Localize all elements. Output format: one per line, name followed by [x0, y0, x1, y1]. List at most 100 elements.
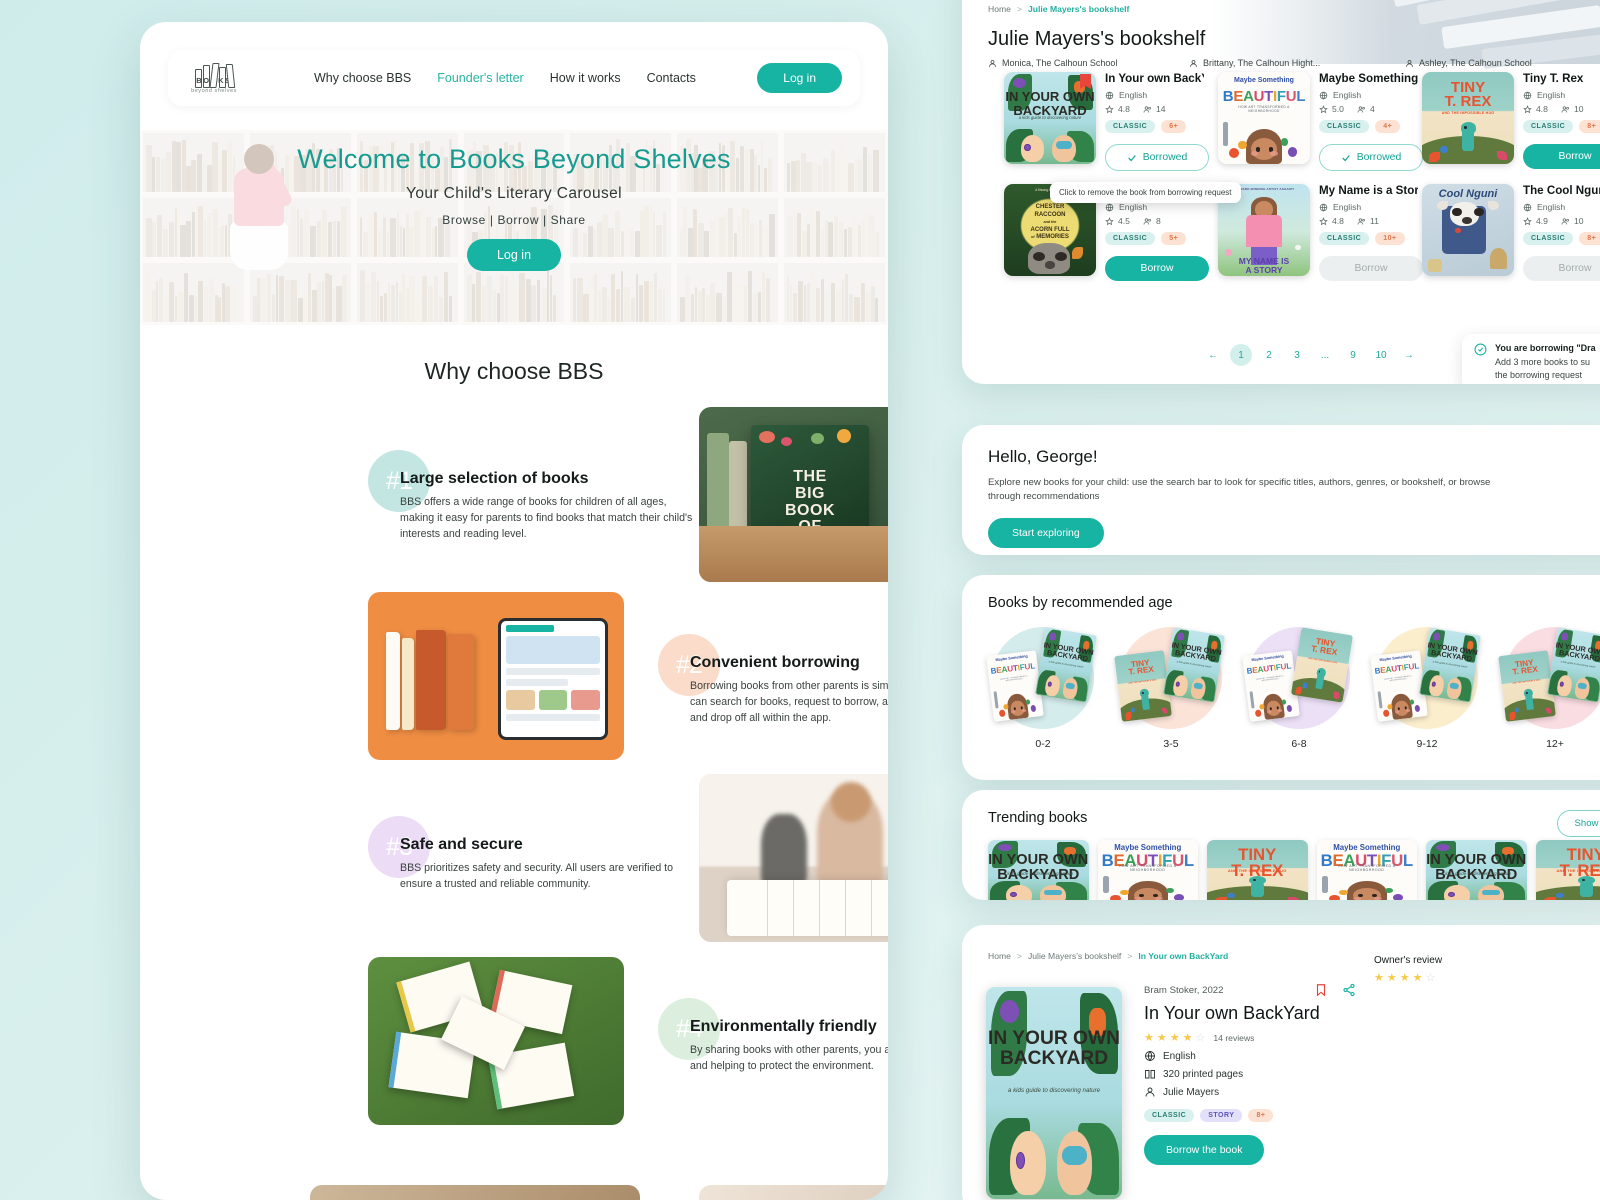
book-action-button[interactable]: Borrow	[1523, 256, 1600, 281]
age-group-0-2[interactable]: Maybe Something BEAUTIFUL HOW ART TRANSFOR…	[988, 627, 1098, 750]
breadcrumb-current[interactable]: Julie Mayers's bookshelf	[1028, 4, 1129, 14]
hero-subtitle: Your Child's Literary Carousel	[406, 185, 622, 203]
age-group-12+[interactable]: TINY T. REX AND THE IMPOSSIBLE HUG IN YOUR …	[1500, 627, 1600, 750]
nav-link-why-choose[interactable]: Why choose BBS	[314, 71, 411, 85]
owner-review-block: Owner's review ★ ★ ★ ★ ☆	[1374, 955, 1442, 984]
trending-book-cover[interactable]: TINYT. REXAND THE IMPOSSIBLE HUG	[1207, 840, 1308, 900]
book-action-label: Borrowed	[1143, 152, 1187, 163]
detail-breadcrumb-current: In Your own BackYard	[1138, 951, 1228, 961]
book-action-label: Borrowed	[1357, 152, 1401, 163]
feature-1-heading: Large selection of books	[400, 470, 700, 488]
bbs-logo[interactable]: BOOKS beyond shelves	[186, 57, 242, 99]
feature-item-3: #3 Safe and secure BBS prioritizes safet…	[400, 836, 700, 892]
age-group-6-8[interactable]: Maybe Something BEAUTIFUL HOW ART TRANSFOR…	[1244, 627, 1354, 750]
nav-link-founders-letter[interactable]: Founder's letter	[437, 71, 523, 85]
book-cover-image[interactable]: IN YOUR OWN BACKYARD a kids guide to disco…	[1004, 72, 1096, 164]
age-group-3-5[interactable]: TINY T. REX AND THE IMPOSSIBLE HUG IN YOUR …	[1116, 627, 1226, 750]
cover-tiny-t-rex: TINYT. REXAND THE IMPOSSIBLE HUG	[1114, 650, 1172, 722]
trending-book-cover[interactable]: IN YOUR OWN BACKYARD a kids guide to disco…	[988, 840, 1089, 900]
book-title: In Your own BackYard	[1105, 72, 1204, 85]
readers-icon	[1357, 105, 1366, 114]
trending-book-cover[interactable]: Maybe Something BEAUTIFUL HOW ART TRANSFOR…	[1098, 840, 1199, 900]
nav-link-contacts[interactable]: Contacts	[647, 71, 696, 85]
age-group-label: 6-8	[1244, 738, 1354, 750]
feature-item-4: #4 Environmentally friendly By sharing b…	[690, 1018, 888, 1074]
owner-star-5-empty: ☆	[1426, 971, 1436, 984]
detail-tag-story: STORY	[1200, 1109, 1242, 1122]
owner-entry-3: Ashley, The Calhoun School	[1405, 58, 1580, 68]
book-tag-classic: CLASSIC	[1523, 232, 1573, 245]
book-card[interactable]: Maybe Something BEAUTIFUL HOW ART TRANSFOR…	[1218, 72, 1418, 171]
book-action-button[interactable]: Borrowed	[1319, 144, 1423, 171]
feature-1-body: BBS offers a wide range of books for chi…	[400, 494, 700, 542]
detail-breadcrumb-shelf[interactable]: Julie Mayers's bookshelf	[1028, 951, 1121, 961]
cover-tiny-t-rex: TINYT. REXAND THE IMPOSSIBLE HUG	[1536, 840, 1600, 900]
hero-section: Welcome to Books Beyond Shelves Your Chi…	[140, 130, 888, 325]
book-title: My Name is a Story	[1319, 184, 1418, 197]
readers-icon	[1561, 105, 1570, 114]
nav-link-how-it-works[interactable]: How it works	[550, 71, 621, 85]
globe-icon	[1319, 91, 1328, 100]
photo-big-book-of-blooms: THEBIGBOOKOFBLOOMS	[699, 407, 888, 582]
star-icon	[1105, 105, 1114, 114]
bookshelf-owners-list: Monica, The Calhoun School Brittany, The…	[988, 58, 1580, 68]
pagination-page-2[interactable]: 2	[1258, 344, 1280, 366]
nav-login-button[interactable]: Log in	[757, 63, 842, 93]
book-card[interactable]: TINY T. REX AND THE IMPOSSIBLE HUG Tiny T. …	[1422, 72, 1600, 169]
age-blob: Maybe Something BEAUTIFUL HOW ART TRANSFOR…	[1248, 627, 1350, 729]
footer-photo-right	[699, 1185, 888, 1200]
book-action-button[interactable]: Borrow	[1319, 256, 1423, 281]
book-cover-image[interactable]: TINY T. REX AND THE IMPOSSIBLE HUG	[1422, 72, 1514, 164]
book-action-button[interactable]: Borrow	[1523, 144, 1600, 169]
detail-reviews-count[interactable]: 14 reviews	[1213, 1033, 1254, 1043]
pagination-page-9[interactable]: 9	[1342, 344, 1364, 366]
pagination-page-10[interactable]: 10	[1370, 344, 1392, 366]
book-action-button[interactable]: Borrowed	[1105, 144, 1209, 171]
book-tags: CLASSIC 8+	[1523, 120, 1600, 133]
trending-book-cover[interactable]: TINYT. REXAND THE IMPOSSIBLE HUG	[1536, 840, 1600, 900]
trending-covers-row: IN YOUR OWN BACKYARD a kids guide to disco…	[988, 840, 1600, 900]
start-exploring-button[interactable]: Start exploring	[988, 518, 1104, 548]
photo-books-and-tablet	[368, 592, 624, 760]
feature-item-1: #1 Large selection of books BBS offers a…	[400, 470, 700, 542]
detail-owner-name[interactable]: Julie Mayers	[1163, 1087, 1219, 1098]
book-card[interactable]: IN YOUR OWN BACKYARD a kids guide to disco…	[1004, 72, 1204, 171]
book-info: In Your own BackYardEnglish 4.8 14CLASSI…	[1105, 72, 1204, 171]
age-cover-a: Maybe Something BEAUTIFUL HOW ART TRANSFOR…	[986, 650, 1044, 722]
book-card[interactable]: GRAMMY AWARD-WINNING ARTIST ASHANTI MY NA…	[1218, 184, 1418, 281]
bookmark-icon[interactable]	[1314, 983, 1328, 997]
footer-photo-left	[310, 1185, 640, 1200]
borrow-the-book-button[interactable]: Borrow the book	[1144, 1135, 1264, 1165]
trending-book-cover[interactable]: Maybe Something BEAUTIFUL HOW ART TRANSFOR…	[1317, 840, 1418, 900]
cover-tiny-t-rex: TINYT. REXAND THE IMPOSSIBLE HUG	[1291, 627, 1353, 702]
age-group-9-12[interactable]: Maybe Something BEAUTIFUL HOW ART TRANSFOR…	[1372, 627, 1482, 750]
readers-icon	[1561, 217, 1570, 226]
logo-tagline: beyond shelves	[191, 88, 237, 94]
pagination-prev[interactable]: ←	[1202, 344, 1224, 366]
book-readers: 8	[1143, 216, 1161, 226]
toast-line-3: the borrowing request	[1495, 369, 1596, 382]
owner-name-2: Brittany, The Calhoun Hight...	[1203, 58, 1320, 68]
book-language-row: English	[1105, 90, 1204, 100]
breadcrumb-home[interactable]: Home	[988, 4, 1011, 14]
detail-breadcrumb-home[interactable]: Home	[988, 951, 1011, 961]
globe-icon	[1105, 203, 1114, 212]
book-action-button[interactable]: Borrow	[1105, 256, 1209, 281]
pagination-next[interactable]: →	[1398, 344, 1420, 366]
feature-2-body: Borrowing books from other parents is si…	[690, 678, 888, 726]
cover-maybe-something-beautiful: Maybe Something BEAUTIFUL HOW ART TRANSFOR…	[1370, 650, 1428, 722]
pagination-ellipsis: ...	[1314, 344, 1336, 366]
book-title: Maybe Something Be	[1319, 72, 1418, 85]
trending-book-cover[interactable]: IN YOUR OWN BACKYARD a kids guide to disco…	[1426, 840, 1527, 900]
pagination-page-3[interactable]: 3	[1286, 344, 1308, 366]
share-icon[interactable]	[1342, 983, 1356, 997]
owner-star-2: ★	[1387, 971, 1397, 984]
book-cover-image[interactable]: Maybe Something BEAUTIFUL HOW ART TRANSFOR…	[1218, 72, 1310, 164]
book-card[interactable]: Cool Nguni The Cool Nguni English 4.9 10 CL…	[1422, 184, 1600, 281]
book-cover-image[interactable]: Cool Nguni	[1422, 184, 1514, 276]
show-more-button[interactable]: Show more	[1557, 810, 1600, 837]
hero-login-button[interactable]: Log in	[467, 239, 561, 271]
detail-language-row: English	[1144, 1050, 1364, 1062]
pagination-page-1[interactable]: 1	[1230, 344, 1252, 366]
detail-tags: CLASSIC STORY 8+	[1144, 1109, 1364, 1122]
